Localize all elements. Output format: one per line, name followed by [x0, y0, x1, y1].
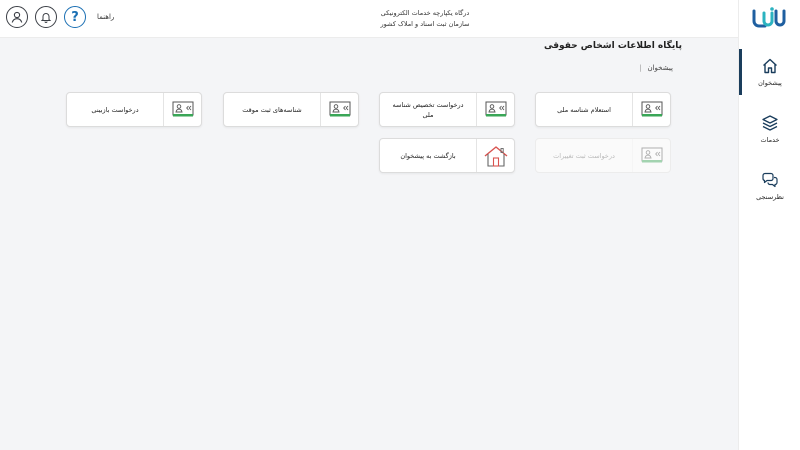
sidebar-item-dashboard[interactable]: پیشخوان — [739, 47, 800, 97]
card-label: درخواست تخصیص شناسه ملی — [392, 100, 464, 119]
card-label: درخواست ثبت تغییرات — [553, 151, 615, 160]
card-label: درخواست بازبینی — [91, 105, 139, 114]
top-bar: ? راهنما درگاه یکپارچه خدمات الکترونیکی … — [0, 0, 738, 38]
bell-icon — [40, 13, 52, 23]
profile-button[interactable] — [6, 6, 28, 28]
breadcrumb-current[interactable]: پیشخوان — [647, 64, 673, 72]
sidebar-item-survey[interactable]: نظرسنجی — [739, 161, 800, 211]
breadcrumb-separator: | — [639, 64, 642, 72]
card-national-id-allocation[interactable]: درخواست تخصیص شناسه ملی — [379, 92, 515, 127]
help-glyph: ? — [71, 9, 79, 25]
sidebar-item-label: نظرسنجی — [756, 193, 784, 201]
card-icon-box — [163, 93, 201, 126]
card-review-request[interactable]: درخواست بازبینی — [66, 92, 202, 127]
card-icon-box — [476, 93, 514, 126]
card-back-to-dashboard[interactable]: بازگشت به پیشخوان — [379, 138, 515, 173]
card-national-id-inquiry[interactable]: استعلام شناسه ملی — [535, 92, 671, 127]
sidebar: پیشخوان خدمات نظرسنجی — [738, 0, 800, 450]
help-button[interactable]: ? — [64, 6, 86, 28]
sidebar-item-label: خدمات — [760, 136, 780, 144]
breadcrumb: پیشخوان | — [639, 64, 673, 72]
card-label: استعلام شناسه ملی — [557, 105, 611, 114]
chat-icon — [762, 172, 778, 188]
house-icon — [484, 145, 507, 167]
sidebar-item-label: پیشخوان — [758, 79, 782, 87]
notifications-button[interactable] — [35, 6, 57, 28]
id-card-icon — [485, 101, 506, 117]
gov-title-line1: درگاه یکپارچه خدمات الکترونیکی — [380, 9, 470, 17]
gov-title-line2: سازمان ثبت اسناد و املاک کشور — [380, 20, 470, 28]
logo-icon — [752, 7, 786, 28]
card-icon-box — [632, 93, 670, 126]
card-temporary-ids[interactable]: شناسه‌های ثبت موقت — [223, 92, 359, 127]
card-label: بازگشت به پیشخوان — [400, 151, 456, 160]
user-icon — [11, 11, 23, 23]
top-actions: ? راهنما — [6, 6, 114, 28]
id-card-icon — [329, 101, 350, 117]
card-label: شناسه‌های ثبت موقت — [242, 105, 302, 114]
gov-title: درگاه یکپارچه خدمات الکترونیکی سازمان ثب… — [330, 8, 520, 30]
id-card-icon — [641, 101, 662, 117]
layers-icon — [762, 115, 778, 131]
id-card-icon — [641, 147, 662, 163]
page-title: پایگاه اطلاعات اشخاص حقوقی — [544, 41, 682, 51]
card-change-registration: درخواست ثبت تغییرات — [535, 138, 671, 173]
site-logo[interactable] — [749, 4, 789, 32]
help-label[interactable]: راهنما — [97, 13, 114, 21]
card-icon-box — [632, 139, 670, 172]
home-icon — [763, 58, 777, 74]
card-icon-box — [320, 93, 358, 126]
id-card-icon — [172, 101, 193, 117]
sidebar-item-services[interactable]: خدمات — [739, 104, 800, 154]
card-icon-box — [476, 139, 514, 172]
